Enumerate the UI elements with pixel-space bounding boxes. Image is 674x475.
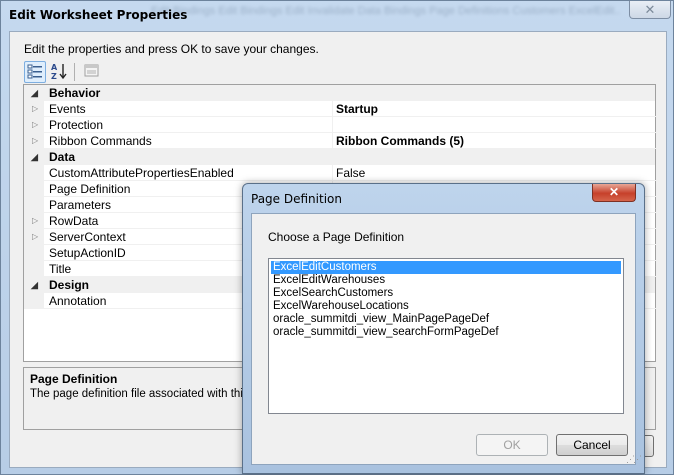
property-name: Protection [49, 118, 104, 132]
property-row[interactable]: ▷ Protection [24, 117, 656, 133]
row-margin [24, 293, 44, 309]
window-title: Edit Worksheet Properties [9, 8, 188, 22]
property-row[interactable]: ▷ Ribbon Commands Ribbon Commands (5) [24, 133, 656, 149]
expand-icon[interactable]: ▷ [32, 229, 38, 245]
column-divider [332, 133, 333, 149]
row-margin [24, 197, 44, 213]
property-name: Parameters [49, 198, 112, 212]
collapse-icon[interactable]: ◢ [31, 149, 38, 165]
property-name: SetupActionID [49, 246, 126, 260]
property-value[interactable]: Ribbon Commands (5) [335, 133, 464, 149]
property-pages-icon[interactable] [80, 61, 102, 83]
sort-alphabetical-icon[interactable]: A Z [48, 61, 70, 83]
row-margin [24, 245, 44, 261]
dialog-client-area: Choose a Page Definition ExcelEditCustom… [251, 213, 642, 465]
column-divider [332, 101, 333, 117]
main-title-bar[interactable]: Edit Bindings Edit Bindings Edit Invalid… [1, 1, 673, 31]
category-label: Behavior [49, 86, 101, 100]
resize-grip-icon[interactable]: ⋰⋰ [626, 454, 642, 465]
ok-button[interactable]: OK [476, 434, 548, 456]
cancel-button[interactable]: Cancel [556, 434, 628, 456]
category-label: Design [49, 278, 90, 292]
column-divider [332, 165, 333, 181]
page-definition-list[interactable]: ExcelEditCustomers ExcelEditWarehouses Exc… [268, 258, 624, 414]
list-item[interactable]: ExcelEditCustomers [271, 261, 621, 274]
list-item[interactable]: ExcelSearchCustomers [271, 287, 621, 300]
collapse-icon[interactable]: ◢ [31, 85, 38, 101]
property-name: Annotation [49, 294, 107, 308]
categorized-view-icon[interactable] [24, 61, 46, 83]
expand-icon[interactable]: ▷ [32, 117, 38, 133]
description-text: The page definition file associated with… [30, 388, 267, 400]
property-name: Events [49, 102, 86, 116]
background-window-titles: Edit Bindings Edit Bindings Edit Invalid… [151, 5, 621, 17]
expand-icon[interactable]: ▷ [32, 101, 38, 117]
property-name: Title [49, 262, 72, 276]
dialog-title: Page Definition [251, 192, 342, 206]
description-title: Page Definition [30, 372, 118, 386]
property-name: Ribbon Commands [49, 134, 152, 148]
property-name: CustomAttributePropertiesEnabled [49, 166, 234, 180]
main-close-button[interactable]: ✕ [629, 1, 671, 19]
category-label: Data [49, 150, 76, 164]
property-name: RowData [49, 214, 99, 228]
property-category-row[interactable]: ◢ Data [24, 149, 655, 165]
property-name: Page Definition [49, 182, 131, 196]
column-divider [332, 117, 333, 133]
property-row[interactable]: ▷ Events Startup [24, 101, 656, 117]
expand-icon[interactable]: ▷ [32, 213, 38, 229]
property-value[interactable]: Startup [335, 101, 378, 117]
svg-text:Z: Z [51, 72, 57, 81]
row-margin [24, 165, 44, 181]
property-row[interactable]: CustomAttributePropertiesEnabled False [24, 165, 656, 181]
property-grid-toolbar: A Z [24, 61, 106, 83]
collapse-icon[interactable]: ◢ [31, 277, 38, 293]
list-item[interactable]: oracle_summitdi_view_MainPagePageDef [271, 313, 621, 326]
property-name: ServerContext [49, 230, 126, 244]
svg-text:A: A [51, 63, 58, 72]
page-definition-dialog: Page Definition ✕ Choose a Page Definiti… [242, 183, 645, 474]
instructions-text: Edit the properties and press OK to save… [24, 42, 319, 56]
list-item[interactable]: ExcelWarehouseLocations [271, 300, 621, 313]
dialog-close-button[interactable]: ✕ [592, 184, 636, 202]
property-value[interactable]: False [335, 165, 365, 181]
row-margin [24, 261, 44, 277]
list-item[interactable]: oracle_summitdi_view_searchFormPageDef [271, 326, 621, 339]
expand-icon[interactable]: ▷ [32, 133, 38, 149]
dialog-prompt: Choose a Page Definition [268, 230, 405, 244]
row-margin [24, 181, 44, 197]
property-category-row[interactable]: ◢ Behavior [24, 85, 655, 101]
toolbar-separator [74, 63, 75, 81]
list-item[interactable]: ExcelEditWarehouses [271, 274, 621, 287]
